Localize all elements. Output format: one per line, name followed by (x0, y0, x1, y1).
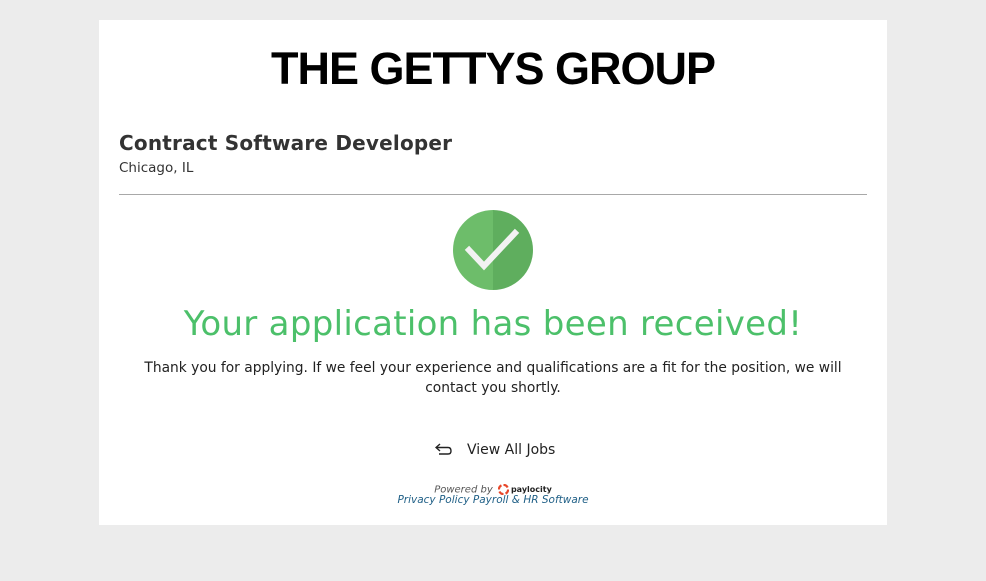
job-location: Chicago, IL (119, 160, 194, 176)
footer-links: Privacy Policy Payroll & HR Software (99, 493, 887, 507)
job-title: Contract Software Developer (119, 131, 453, 155)
confirmation-headline: Your application has been received! (183, 304, 803, 344)
view-all-jobs-link[interactable]: View All Jobs (435, 438, 555, 462)
divider (119, 194, 867, 195)
success-check-icon (453, 210, 533, 290)
payroll-hr-software-link[interactable]: Payroll & HR Software (473, 494, 589, 506)
privacy-policy-link[interactable]: Privacy Policy (397, 494, 469, 506)
company-logo: THE GETTYS GROUP (270, 43, 716, 94)
confirmation-card: THE GETTYS GROUP Contract Software Devel… (99, 20, 887, 525)
confirmation-message: Thank you for applying. If we feel your … (144, 360, 842, 396)
return-arrow-icon (435, 443, 452, 455)
view-all-jobs-label: View All Jobs (467, 442, 556, 458)
